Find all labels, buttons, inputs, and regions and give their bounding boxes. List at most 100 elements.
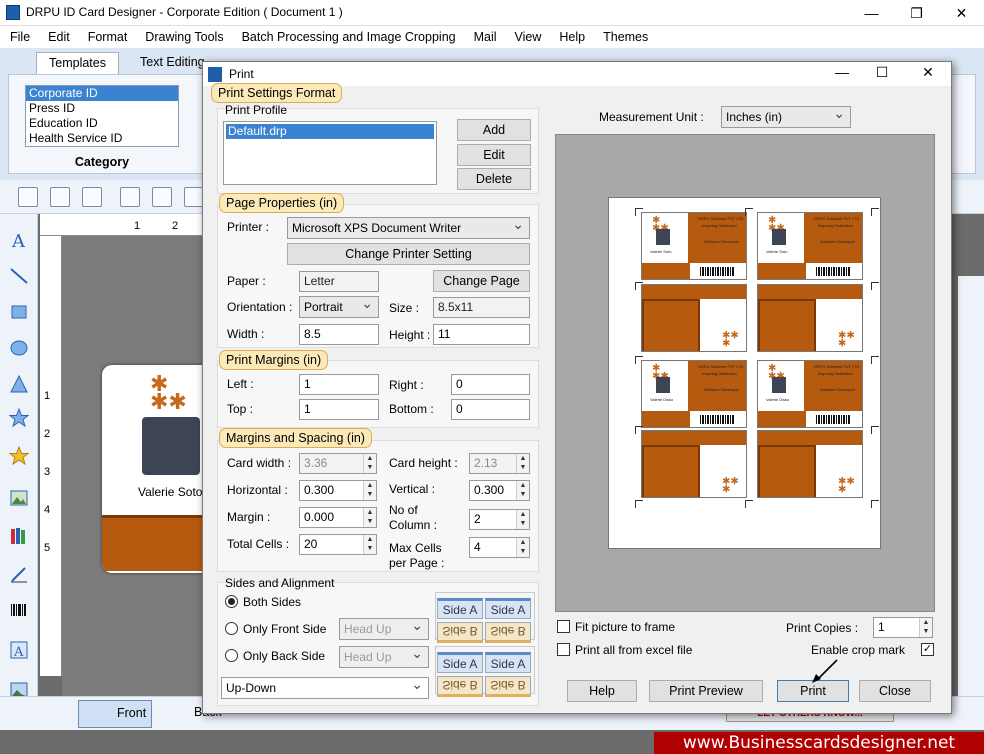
open-icon[interactable]	[50, 187, 70, 207]
front-head-up-select[interactable]: Head Up	[339, 617, 429, 640]
profile-item[interactable]: Default.drp	[226, 124, 434, 139]
category-item[interactable]: Press ID	[26, 101, 178, 116]
ellipse-tool-icon[interactable]	[9, 338, 29, 358]
arrangement-select[interactable]: Up-Down	[221, 676, 429, 699]
menu-format[interactable]: Format	[88, 30, 128, 44]
maximize-button[interactable]: ❐	[894, 0, 939, 26]
bottom-margin-field[interactable]: 0	[451, 399, 530, 420]
menu-themes[interactable]: Themes	[603, 30, 648, 44]
total-cells-spinner[interactable]: ▲ ▼	[363, 535, 376, 554]
fit-picture-checkbox[interactable]	[557, 620, 570, 633]
menu-batch-processing[interactable]: Batch Processing and Image Cropping	[242, 30, 456, 44]
add-profile-button[interactable]: Add	[457, 119, 531, 141]
svg-text:A: A	[11, 231, 26, 250]
card-height-field[interactable]: 2.13 ▲ ▼	[469, 453, 530, 474]
tab-templates[interactable]: Templates	[36, 52, 119, 74]
line-tool-icon[interactable]	[9, 266, 29, 286]
card-width-spinner[interactable]: ▲ ▼	[363, 454, 376, 473]
measurement-unit-select[interactable]: Inches (in)	[721, 105, 851, 128]
margin-field[interactable]: 0.000 ▲ ▼	[299, 507, 377, 528]
width-field[interactable]: 8.5	[299, 324, 379, 345]
category-item[interactable]: Health Service ID	[26, 131, 178, 146]
preview-photo	[656, 377, 670, 393]
vertical-scrollbar[interactable]	[958, 276, 984, 696]
paper-field[interactable]: Letter	[299, 271, 379, 292]
menu-view[interactable]: View	[515, 30, 542, 44]
close-dialog-button[interactable]: Close	[859, 680, 931, 702]
columns-spinner[interactable]: ▲ ▼	[516, 510, 529, 529]
save-icon[interactable]	[120, 187, 140, 207]
right-margin-field[interactable]: 0	[451, 374, 530, 395]
barcode-tool-icon[interactable]	[9, 600, 29, 620]
new-icon[interactable]	[18, 187, 38, 207]
word-art-tool-icon[interactable]: A	[9, 640, 29, 660]
save-as-icon[interactable]	[152, 187, 172, 207]
rectangle-tool-icon[interactable]	[9, 302, 29, 322]
margin-spinner[interactable]: ▲ ▼	[363, 508, 376, 527]
menu-file[interactable]: File	[10, 30, 30, 44]
height-field[interactable]: 11	[433, 324, 530, 345]
card-width-field[interactable]: 3.36 ▲ ▼	[299, 453, 377, 474]
print-dialog: Print — ☐ ✕ Print Settings Format Print …	[202, 61, 952, 714]
horizontal-spinner[interactable]: ▲ ▼	[363, 481, 376, 500]
signature-tool-icon[interactable]	[9, 564, 29, 584]
card-height-spinner[interactable]: ▲ ▼	[516, 454, 529, 473]
text-tool-icon[interactable]: A	[9, 230, 29, 250]
profile-list[interactable]: Default.drp	[223, 121, 437, 185]
dialog-close-button[interactable]: ✕	[913, 64, 943, 81]
total-cells-field[interactable]: 20 ▲ ▼	[299, 534, 377, 555]
print-icon[interactable]	[184, 187, 204, 207]
max-cells-field[interactable]: 4 ▲ ▼	[469, 537, 530, 558]
print-preview-button[interactable]: Print Preview	[649, 680, 763, 702]
left-margin-field[interactable]: 1	[299, 374, 379, 395]
close-doc-icon[interactable]	[82, 187, 102, 207]
excel-checkbox[interactable]	[557, 643, 570, 656]
star-tool-icon[interactable]	[9, 408, 29, 428]
horizontal-field[interactable]: 0.300 ▲ ▼	[299, 480, 377, 501]
front-side-button[interactable]: Front	[78, 700, 152, 728]
orientation-select[interactable]: Portrait	[299, 295, 379, 318]
close-button[interactable]: ✕	[939, 0, 984, 26]
vertical-spinner[interactable]: ▲ ▼	[516, 481, 529, 500]
change-page-button[interactable]: Change Page	[433, 270, 530, 292]
front-only-radio[interactable]	[225, 622, 238, 635]
employee-photo[interactable]	[142, 417, 200, 475]
menu-edit[interactable]: Edit	[48, 30, 70, 44]
delete-profile-button[interactable]: Delete	[457, 168, 531, 190]
help-button[interactable]: Help	[567, 680, 637, 702]
category-item[interactable]: Education ID	[26, 116, 178, 131]
edit-profile-button[interactable]: Edit	[457, 144, 531, 166]
printer-select[interactable]: Microsoft XPS Document Writer	[287, 216, 530, 239]
menu-drawing-tools[interactable]: Drawing Tools	[145, 30, 223, 44]
both-sides-radio[interactable]	[225, 595, 238, 608]
size-field[interactable]: 8.5x11	[433, 297, 530, 318]
side-a-preview: Side A	[437, 598, 483, 619]
top-margin-field[interactable]: 1	[299, 399, 379, 420]
crop-mark-checkbox[interactable]: ✓	[921, 643, 934, 656]
max-cells-spinner[interactable]: ▲ ▼	[516, 538, 529, 557]
menu-help[interactable]: Help	[559, 30, 585, 44]
preview-card-role: Software Developer	[820, 387, 856, 392]
design-canvas[interactable]: ✱ ✱✱ Valerie Soto	[62, 236, 222, 696]
print-copies-field[interactable]: 1 ▲ ▼	[873, 617, 933, 638]
dialog-minimize-button[interactable]: —	[827, 64, 857, 80]
menu-mail[interactable]: Mail	[474, 30, 497, 44]
preview-card-tagline: Inspiring Distinction	[702, 371, 737, 376]
minimize-button[interactable]: —	[849, 0, 894, 26]
symbol-tool-icon[interactable]	[9, 446, 29, 466]
library-tool-icon[interactable]	[9, 526, 29, 546]
change-printer-button[interactable]: Change Printer Setting	[287, 243, 530, 265]
vertical-field[interactable]: 0.300 ▲ ▼	[469, 480, 530, 501]
dialog-maximize-button[interactable]: ☐	[867, 64, 897, 81]
back-head-up-select[interactable]: Head Up	[339, 645, 429, 668]
back-only-radio[interactable]	[225, 649, 238, 662]
image-tool-icon[interactable]	[9, 488, 29, 508]
print-copies-spinner[interactable]: ▲ ▼	[919, 618, 932, 637]
category-item[interactable]: Corporate ID	[26, 86, 178, 101]
card-accent	[758, 411, 806, 427]
category-list[interactable]: Corporate ID Press ID Education ID Healt…	[25, 85, 179, 147]
logo-asterisk-icon: ✱✱✱	[838, 474, 855, 493]
columns-field[interactable]: 2 ▲ ▼	[469, 509, 530, 530]
triangle-tool-icon[interactable]	[9, 374, 29, 394]
horizontal-ruler: 1 2	[40, 214, 210, 236]
